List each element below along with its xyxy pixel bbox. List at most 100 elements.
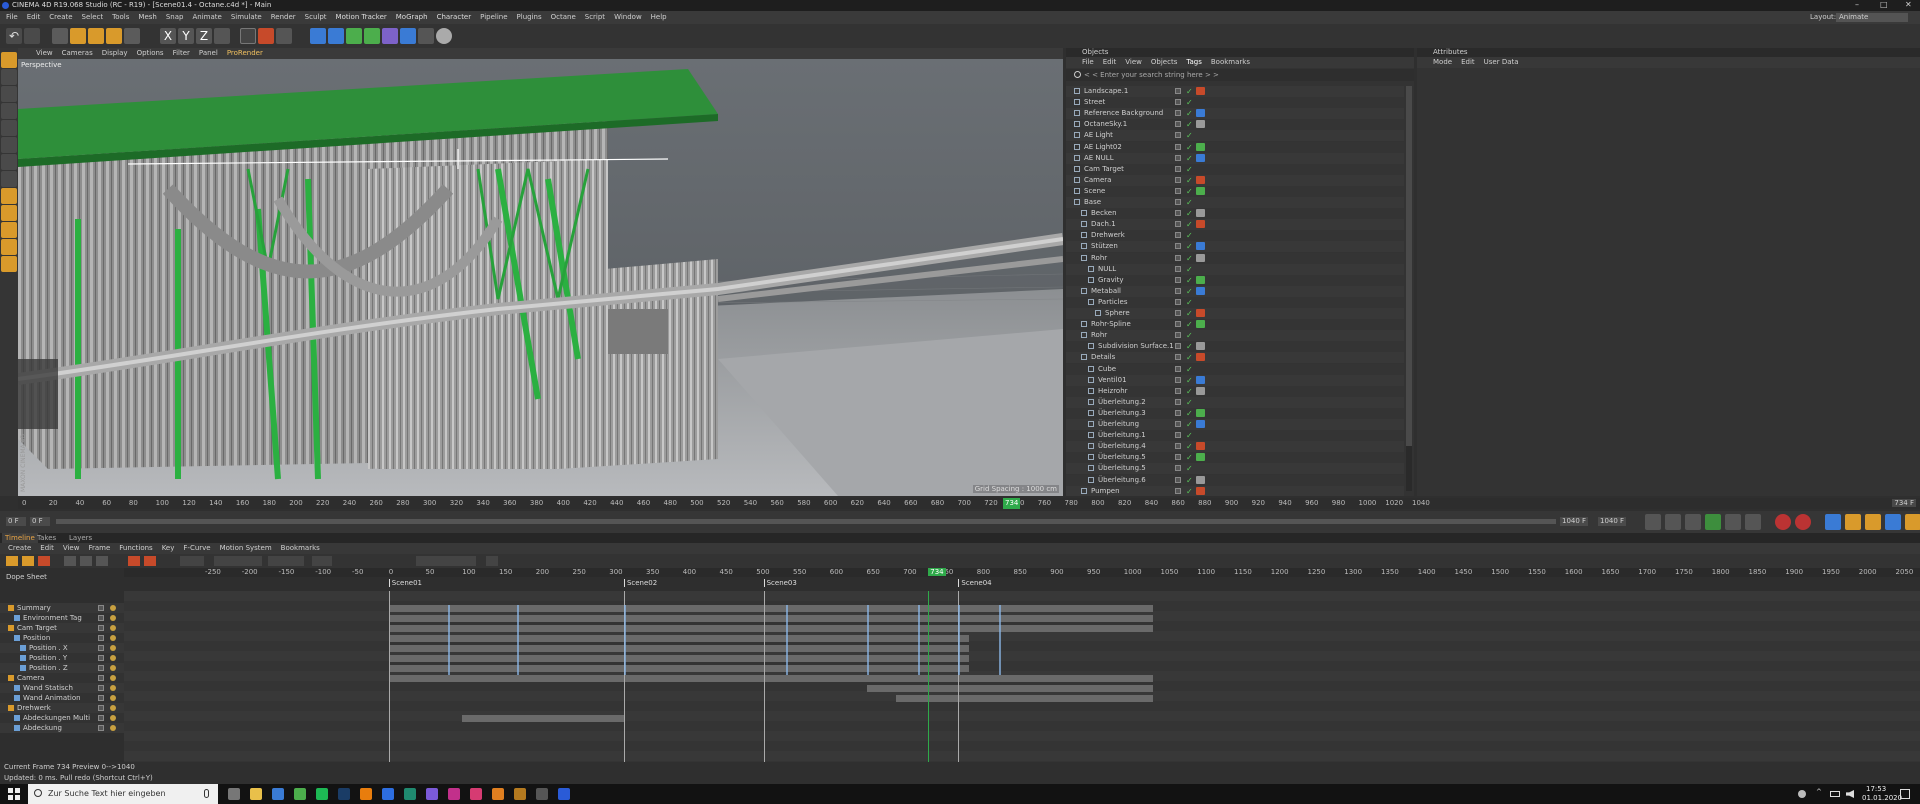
object-row[interactable]: Überleitung.4 ✓ [1066,441,1404,453]
enabled-check-icon[interactable]: ✓ [1186,297,1193,308]
timeline-menu-functions[interactable]: Functions [119,543,152,554]
curve-icon[interactable] [486,556,498,566]
subdivision-icon[interactable] [346,28,362,44]
preview-min-field[interactable]: 0 F [30,517,50,526]
visibility-toggle[interactable] [1175,454,1181,461]
menu-item-pipeline[interactable]: Pipeline [480,11,507,24]
points-mode-icon[interactable] [1,103,17,119]
visibility-toggle[interactable] [1175,465,1181,472]
objects-scrollbar-thumb[interactable] [1406,86,1412,446]
track-lock-toggle[interactable] [98,605,104,611]
visibility-toggle[interactable] [1175,154,1181,161]
visibility-toggle[interactable] [1175,276,1181,283]
enabled-check-icon[interactable]: ✓ [1186,286,1193,297]
quantize-icon[interactable] [1,239,17,255]
track-row[interactable]: Position [0,633,124,643]
remove-key-icon[interactable] [144,556,156,566]
cinema4d-icon[interactable] [558,788,570,800]
menu-item-sculpt[interactable]: Sculpt [305,11,327,24]
timeline-menu-key[interactable]: Key [162,543,175,554]
menu-item-edit[interactable]: Edit [27,11,41,24]
tab-timeline[interactable]: Timeline [2,533,38,543]
track-lock-toggle[interactable] [98,625,104,631]
render-view-icon[interactable] [240,28,256,44]
enabled-check-icon[interactable]: ✓ [1186,164,1193,175]
objects-menu-view[interactable]: View [1125,57,1142,68]
key-mode-icon[interactable] [6,556,18,566]
object-row[interactable]: Stützen ✓ [1066,241,1404,253]
timeline-playhead[interactable] [928,591,930,773]
enabled-check-icon[interactable]: ✓ [1186,386,1193,397]
close-button[interactable]: ✕ [1905,0,1912,9]
cube-primitive-icon[interactable] [310,28,326,44]
objects-menu-objects[interactable]: Objects [1151,57,1177,68]
tag-icon[interactable] [1196,442,1205,451]
visibility-toggle[interactable] [1175,387,1181,394]
track-row[interactable]: Camera [0,673,124,683]
object-row[interactable]: AE Light ✓ [1066,130,1404,142]
menu-item-script[interactable]: Script [585,11,605,24]
tag-icon[interactable] [1196,486,1205,495]
end-frame-field[interactable]: 1040 F [1598,517,1626,526]
track-lock-toggle[interactable] [98,705,104,711]
visibility-toggle[interactable] [1175,254,1181,261]
tag-icon[interactable] [1196,342,1205,351]
key-range-bar[interactable] [388,635,970,642]
visibility-toggle[interactable] [1175,421,1181,427]
param-key-icon[interactable] [1885,514,1901,530]
object-row[interactable]: Subdivision Surface.1 ✓ [1066,341,1404,353]
visibility-toggle[interactable] [1175,121,1181,128]
play-back-icon[interactable] [1685,514,1701,530]
linear-interp-icon[interactable] [180,556,204,566]
object-row[interactable]: Gravity ✓ [1066,274,1404,286]
enabled-check-icon[interactable]: ✓ [1186,241,1193,252]
object-row[interactable]: Heizrohr ✓ [1066,385,1404,397]
enabled-check-icon[interactable]: ✓ [1186,319,1193,330]
illustrator-icon[interactable] [492,788,504,800]
preview-range-slider[interactable] [56,519,1556,524]
tab-layers[interactable]: Layers [66,533,95,543]
start-frame-field[interactable]: 0 F [6,517,26,526]
object-row[interactable]: Pumpen ✓ [1066,485,1404,496]
object-row[interactable]: Becken ✓ [1066,208,1404,220]
tag-icon[interactable] [1196,186,1205,195]
visibility-toggle[interactable] [1175,487,1181,494]
timeline-ruler[interactable]: -250 -200 -150 -100 -50 0 50 100 150 200 250 300 350… [124,568,1920,577]
visibility-toggle[interactable] [1175,143,1181,150]
scene-marker[interactable]: Scene04 [958,579,992,587]
object-row[interactable]: Überleitung.6 ✓ [1066,474,1404,486]
menu-item-octane[interactable]: Octane [551,11,576,24]
app-icon[interactable] [536,788,548,800]
visibility-toggle[interactable] [1175,210,1181,217]
blender-icon[interactable] [360,788,372,800]
visibility-toggle[interactable] [1175,99,1181,106]
tag-icon[interactable] [1196,142,1205,151]
viewport-menu-prorender[interactable]: ProRender [227,48,263,59]
enabled-check-icon[interactable]: ✓ [1186,441,1193,452]
object-row[interactable]: Überleitung.5 ✓ [1066,452,1404,464]
objects-menu-edit[interactable]: Edit [1103,57,1117,68]
enabled-check-icon[interactable]: ✓ [1186,230,1193,241]
key-range-bar[interactable] [388,625,1154,632]
tweak-icon[interactable] [1,171,17,187]
store-icon[interactable] [272,788,284,800]
keyframe[interactable] [623,605,626,675]
enabled-check-icon[interactable]: ✓ [1186,419,1193,430]
object-row[interactable]: AE NULL ✓ [1066,152,1404,164]
step-interp-icon[interactable] [214,556,262,566]
viewport-menu-view[interactable]: View [36,48,53,59]
tag-icon[interactable] [1196,353,1205,362]
visibility-toggle[interactable] [1175,476,1181,483]
scene-marker[interactable]: Scene03 [763,579,797,587]
enabled-check-icon[interactable]: ✓ [1186,375,1193,386]
tag-icon[interactable] [1196,475,1205,484]
enabled-check-icon[interactable]: ✓ [1186,197,1193,208]
visibility-toggle[interactable] [1175,376,1181,383]
timeline-menu-motion-system[interactable]: Motion System [220,543,272,554]
play-icon[interactable] [1705,514,1721,530]
keyframe[interactable] [958,605,961,675]
menu-item-plugins[interactable]: Plugins [517,11,542,24]
object-row[interactable]: Particles ✓ [1066,296,1404,308]
undo-icon[interactable]: ↶ [6,28,22,44]
object-row[interactable]: Metaball ✓ [1066,285,1404,297]
